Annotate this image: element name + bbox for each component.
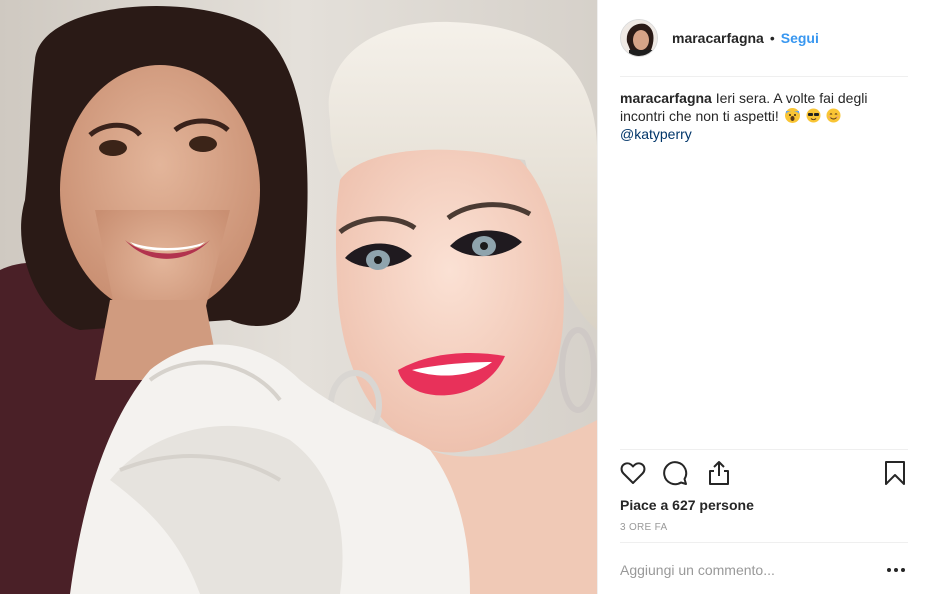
action-bar [620, 458, 908, 490]
post-header: maracarfagna • Segui [598, 0, 930, 76]
comment-button[interactable] [660, 458, 690, 488]
share-button[interactable] [704, 458, 734, 488]
actions-divider [620, 449, 908, 450]
comment-form [620, 553, 908, 587]
selfie-illustration [0, 0, 597, 594]
post-timestamp: 3 ORE FA [620, 522, 668, 533]
comment-bubble-icon [663, 461, 688, 486]
heart-icon [620, 462, 646, 484]
screaming-face-emoji [784, 108, 800, 123]
save-button[interactable] [880, 458, 910, 488]
post-photo[interactable] [0, 0, 597, 594]
likes-count[interactable]: Piace a 627 persone [620, 497, 754, 513]
post-sidebar: maracarfagna • Segui maracarfagna Ieri s… [597, 0, 930, 594]
follow-button[interactable]: Segui [781, 30, 819, 46]
comment-input[interactable] [620, 562, 884, 578]
sunglasses-face-emoji [806, 108, 821, 123]
bookmark-icon [885, 461, 905, 485]
share-icon [709, 461, 729, 485]
username-link[interactable]: maracarfagna [672, 30, 764, 46]
caption-username[interactable]: maracarfagna [620, 90, 712, 106]
more-options-icon [887, 568, 905, 572]
comment-divider [620, 542, 908, 543]
like-button[interactable] [618, 458, 648, 488]
avatar-image [621, 20, 657, 56]
instagram-post: maracarfagna • Segui maracarfagna Ieri s… [0, 0, 930, 594]
mention-link[interactable]: @katyperry [620, 125, 908, 143]
header-divider [620, 76, 908, 77]
more-options-button[interactable] [884, 560, 908, 580]
avatar[interactable] [620, 19, 658, 57]
separator-dot: • [769, 30, 775, 46]
smiling-face-emoji [826, 108, 841, 123]
post-caption: maracarfagna Ieri sera. A volte fai degl… [620, 89, 908, 143]
